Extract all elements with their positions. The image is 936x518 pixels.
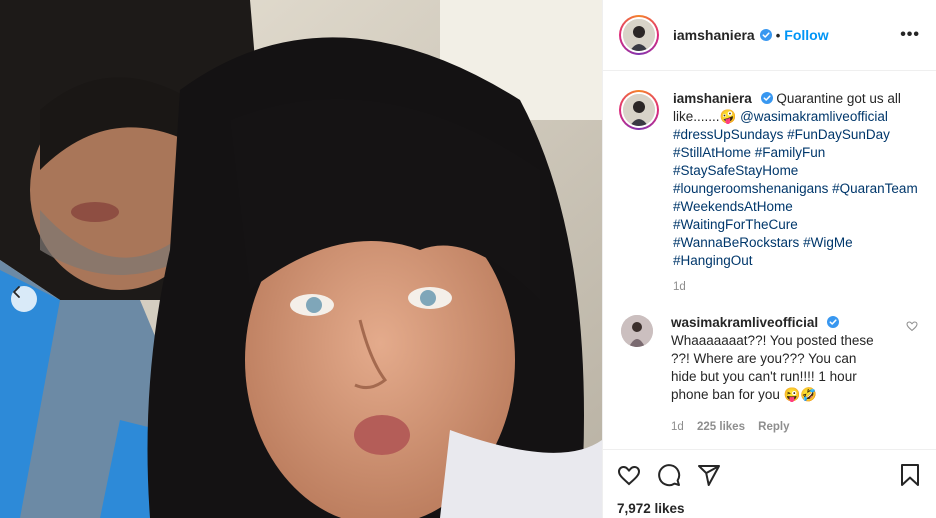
post-caption: iamshaniera Quarantine got us all like..…	[619, 90, 920, 296]
comment-button[interactable]	[657, 463, 681, 487]
hashtag-link[interactable]: #QuaranTeam	[832, 181, 918, 196]
caption-author-avatar[interactable]	[619, 90, 659, 130]
hashtag-link[interactable]: #FunDaySunDay	[787, 127, 890, 142]
avatar-image	[623, 19, 655, 51]
comment-item: wasimakramliveofficial Whaaaaaaat??! You…	[619, 314, 920, 436]
verified-badge-icon	[759, 29, 772, 41]
post-photo	[0, 0, 602, 518]
separator-dot: •	[775, 27, 781, 43]
hashtag-link[interactable]: #WaitingForTheCure	[673, 217, 798, 232]
author-avatar[interactable]	[619, 15, 659, 55]
save-button[interactable]	[898, 463, 922, 487]
post-header: iamshaniera • Follow •••	[603, 0, 936, 71]
comment-timestamp[interactable]: 1d	[671, 421, 684, 433]
avatar-image	[621, 315, 653, 347]
carousel-prev-button[interactable]	[11, 286, 37, 312]
caption-emoji: 🤪	[719, 109, 737, 124]
hashtag-link[interactable]: #dressUpSundays	[673, 127, 783, 142]
comment-meta: 1d 225 likes Reply	[671, 418, 885, 436]
bookmark-icon	[901, 464, 919, 486]
hashtag-link[interactable]: #WeekendsAtHome	[673, 199, 793, 214]
hashtag-link[interactable]: #StaySafeStayHome	[673, 163, 798, 178]
like-button[interactable]	[617, 463, 641, 487]
hashtag-link[interactable]: #WigMe	[803, 235, 853, 250]
hashtag-link[interactable]: #FamilyFun	[755, 145, 826, 160]
share-button[interactable]	[697, 463, 721, 487]
post-side-panel: iamshaniera • Follow ••• iamshaniera Qua…	[602, 0, 936, 518]
comment-text: Whaaaaaaat??! You posted these ??! Where…	[671, 333, 874, 402]
comment-likes[interactable]: 225 likes	[697, 421, 745, 433]
hashtag-link[interactable]: #StillAtHome	[673, 145, 751, 160]
hashtag-link[interactable]: #HangingOut	[673, 253, 753, 268]
post-likes-count[interactable]: 7,972 likes	[617, 501, 922, 516]
follow-button[interactable]: Follow	[784, 27, 828, 43]
post-photo-illustration	[0, 0, 602, 518]
caption-timestamp[interactable]: 1d	[673, 278, 920, 296]
heart-icon	[617, 465, 641, 486]
more-options-icon[interactable]: •••	[900, 26, 920, 44]
post-actions: 7,972 likes	[603, 449, 936, 516]
author-username[interactable]: iamshaniera	[673, 27, 755, 43]
commenter-username[interactable]: wasimakramliveofficial	[671, 315, 818, 330]
caption-username[interactable]: iamshaniera	[673, 91, 752, 106]
reply-button[interactable]: Reply	[758, 421, 789, 433]
caption-mention[interactable]: @wasimakramliveofficial	[740, 109, 888, 124]
verified-badge-icon	[826, 316, 839, 328]
share-icon	[698, 465, 720, 486]
comment-icon	[658, 464, 681, 487]
commenter-avatar[interactable]	[621, 315, 653, 347]
chevron-left-icon	[13, 286, 20, 298]
avatar-image	[623, 94, 655, 126]
hashtag-link[interactable]: #WannaBeRockstars	[673, 235, 799, 250]
hashtag-link[interactable]: #loungeroomshenanigans	[673, 181, 828, 196]
comment-emoji: 😜🤣	[783, 387, 818, 402]
verified-badge-icon	[760, 92, 773, 104]
heart-small-icon[interactable]	[906, 320, 918, 332]
comments-section[interactable]: iamshaniera Quarantine got us all like..…	[603, 72, 936, 449]
